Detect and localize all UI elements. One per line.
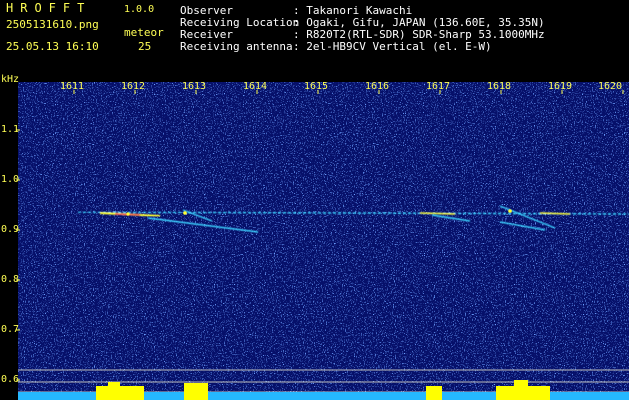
app-title: HROFFT <box>6 1 92 15</box>
x-tick-label: 1618 <box>487 81 512 92</box>
x-tick-label: 1613 <box>182 81 207 92</box>
y-tick-label: 0.6 <box>1 374 20 385</box>
x-tick-label: 1615 <box>304 81 329 92</box>
meteor-label: meteor <box>124 26 164 39</box>
x-tick-label: 1619 <box>548 81 573 92</box>
y-tick-label: 1.1 <box>1 124 20 135</box>
x-tick-label: 1617 <box>426 81 451 92</box>
station-info: Observer: Takanori Kawachi Receiving Loc… <box>180 5 545 53</box>
x-tick-label: 1614 <box>243 81 268 92</box>
plot-noise <box>18 82 629 400</box>
info-key: Receiving antenna <box>180 40 293 53</box>
y-tick-label: 0.8 <box>1 274 20 285</box>
meteor-count: 25 <box>138 40 152 53</box>
x-tick-label: 1616 <box>365 81 390 92</box>
x-tick-label: 1611 <box>60 81 85 92</box>
app-version: 1.0.0 <box>124 4 155 15</box>
info-value: : 2el-HB9CV Vertical (el. E-W) <box>293 40 492 53</box>
x-tick-label: 1612 <box>121 81 146 92</box>
y-tick-label: 0.9 <box>1 224 20 235</box>
file-name: 2505131610.png <box>6 18 99 31</box>
y-axis-unit: kHz <box>1 74 20 85</box>
y-tick-label: 1.0 <box>1 174 20 185</box>
spectrogram-canvas <box>0 82 629 400</box>
x-tick-label: 1620 <box>598 81 623 92</box>
date-time: 25.05.13 16:10 <box>6 40 99 53</box>
y-tick-label: 0.7 <box>1 324 20 335</box>
info-row-antenna: Receiving antenna: 2el-HB9CV Vertical (e… <box>180 41 545 53</box>
